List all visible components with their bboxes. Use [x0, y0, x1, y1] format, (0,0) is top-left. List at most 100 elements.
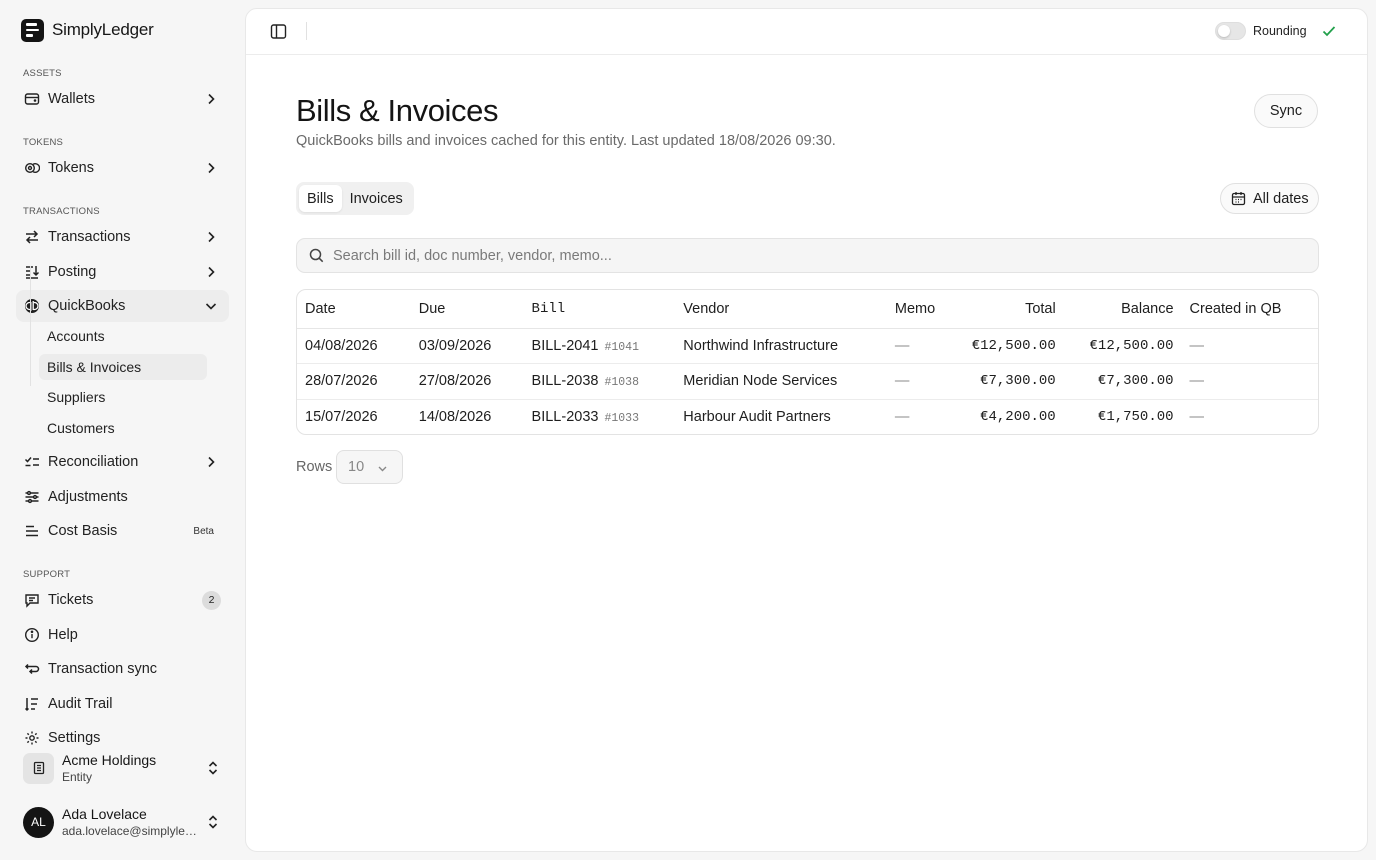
column-header-date[interactable]: Date: [297, 290, 411, 329]
sidebar-subitem-customers[interactable]: Customers: [39, 415, 207, 441]
sidebar-item-help[interactable]: Help: [16, 619, 229, 651]
sidebar-item-tickets[interactable]: Tickets 2: [16, 584, 229, 616]
tab-invoices[interactable]: Invoices: [342, 185, 411, 212]
main-panel: Rounding Bills & Invoices QuickBooks bil…: [245, 8, 1368, 852]
brand-logo-icon: [21, 18, 44, 42]
column-header-balance[interactable]: Balance: [1063, 290, 1182, 329]
sidebar-item-label: Tickets: [48, 592, 94, 608]
search-input[interactable]: [333, 247, 1233, 264]
cell-bill: BILL-2038 #1038: [523, 363, 676, 400]
sidebar-subitem-suppliers[interactable]: Suppliers: [39, 384, 207, 410]
sidebar: SimplyLedger ASSETS Wallets TOKENS Token…: [0, 0, 244, 860]
column-header-created-in-qb[interactable]: Created in QB: [1181, 290, 1318, 329]
audit-list-icon: [24, 698, 38, 712]
cell-bill: BILL-2041 #1041: [523, 328, 676, 364]
check-icon: [1322, 26, 1336, 37]
cell-total: €4,200.00: [980, 409, 1056, 425]
sidebar-item-audit-trail[interactable]: Audit Trail: [16, 688, 229, 720]
sidebar-item-label: Wallets: [48, 91, 95, 107]
search-icon: [309, 248, 324, 263]
sidebar-toggle-icon[interactable]: [270, 23, 287, 40]
tabs: Bills Invoices: [296, 182, 414, 215]
cell-due: 14/08/2026: [418, 409, 492, 425]
calendar-icon: [1231, 192, 1246, 206]
entity-switcher[interactable]: Acme Holdings Entity: [16, 748, 230, 788]
sidebar-item-tokens[interactable]: Tokens: [16, 152, 229, 184]
cell-total: €7,300.00: [956, 363, 1064, 400]
sidebar-item-reconciliation[interactable]: Reconciliation: [16, 446, 229, 478]
entity-name: Acme Holdings: [62, 752, 157, 768]
chevron-down-icon: [205, 303, 217, 310]
cell-balance: €7,300.00: [1063, 363, 1182, 400]
sidebar-item-settings[interactable]: Settings: [16, 722, 229, 746]
sidebar-item-label: Audit Trail: [48, 696, 113, 712]
sidebar-item-adjustments[interactable]: Adjustments: [16, 481, 229, 513]
bills-table: Date Due Bill Vendor Memo Total Balance …: [296, 289, 1319, 435]
rows-per-page-select[interactable]: 10: [336, 450, 403, 484]
building-icon: [23, 752, 54, 784]
sidebar-item-quickbooks[interactable]: QuickBooks: [16, 290, 229, 322]
gear-icon: [25, 731, 39, 745]
table-row[interactable]: 04/08/2026 03/09/2026 BILL-2041 #1041 Nor…: [297, 328, 1318, 364]
chevron-right-icon: [208, 93, 215, 105]
column-header-vendor[interactable]: Vendor: [675, 290, 887, 329]
cell-due: 03/09/2026: [410, 328, 524, 364]
sidebar-item-cost-basis[interactable]: Cost Basis Beta: [16, 515, 229, 547]
sidebar-item-wallets[interactable]: Wallets: [16, 83, 229, 115]
sidebar-nav[interactable]: ASSETS Wallets TOKENS Tokens TRANSACTION…: [0, 56, 244, 746]
doc-number: #1033: [604, 412, 639, 425]
brand[interactable]: SimplyLedger: [21, 18, 154, 42]
cell-created-in-qb: —: [1181, 363, 1318, 400]
brand-name: SimplyLedger: [52, 20, 154, 39]
submenu-guide-line: [30, 266, 31, 386]
topbar: Rounding: [246, 9, 1367, 55]
sync-arrow-icon: [24, 663, 40, 675]
chevron-right-icon: [208, 162, 215, 174]
sidebar-item-posting[interactable]: Posting: [16, 256, 229, 288]
sliders-icon: [25, 490, 39, 504]
chevron-right-icon: [208, 456, 215, 468]
column-header-bill[interactable]: Bill: [523, 290, 676, 329]
rounding-toggle[interactable]: [1215, 22, 1246, 40]
date-filter-button[interactable]: All dates: [1220, 183, 1319, 214]
rounding-label: Rounding: [1253, 24, 1307, 38]
section-label-tokens: TOKENS: [23, 137, 64, 148]
cell-created-in-qb: —: [1189, 409, 1205, 425]
cell-date: 28/07/2026: [297, 363, 411, 400]
table-row[interactable]: 28/07/2026 27/08/2026 BILL-2038 #1038 Mer…: [297, 363, 1318, 400]
lines-icon: [26, 525, 38, 537]
tickets-count-badge: 2: [202, 590, 221, 610]
bill-id: BILL-2033: [531, 409, 599, 425]
column-header-memo[interactable]: Memo: [886, 290, 957, 329]
user-menu[interactable]: AL Ada Lovelace ada.lovelace@simplyledge…: [16, 802, 230, 842]
sync-button[interactable]: Sync: [1254, 94, 1318, 128]
topbar-divider: [306, 22, 307, 40]
tab-bills[interactable]: Bills: [299, 185, 342, 212]
user-email: ada.lovelace@simplyledger.com: [62, 824, 198, 838]
column-header-total[interactable]: Total: [956, 290, 1064, 329]
sidebar-item-transactions[interactable]: Transactions: [16, 221, 229, 253]
sidebar-item-label: Cost Basis: [48, 523, 118, 539]
cell-vendor: Harbour Audit Partners: [683, 409, 831, 425]
table-row[interactable]: 15/07/2026 14/08/2026 BILL-2033 #1033 Har…: [297, 399, 1318, 434]
rows-per-page-value: 10: [348, 459, 365, 475]
sidebar-item-label: Reconciliation: [48, 454, 139, 470]
cell-created-in-qb: —: [1181, 328, 1318, 364]
cell-date: 15/07/2026: [305, 409, 378, 425]
table-header-row: Date Due Bill Vendor Memo Total Balance …: [297, 290, 1318, 329]
sidebar-subitem-bills-invoices[interactable]: Bills & Invoices: [39, 354, 207, 380]
cell-date: 04/08/2026: [297, 328, 411, 364]
beta-badge: Beta: [193, 525, 214, 537]
posting-icon: [26, 266, 40, 279]
page-title: Bills & Invoices: [296, 93, 499, 128]
cell-total: €12,500.00: [956, 328, 1064, 364]
coins-icon: [24, 162, 40, 174]
sidebar-item-transaction-sync[interactable]: Transaction sync: [16, 653, 229, 685]
quickbooks-icon: [25, 299, 39, 313]
cell-vendor: Northwind Infrastructure: [675, 328, 887, 364]
column-header-due[interactable]: Due: [410, 290, 524, 329]
sidebar-item-label: Help: [48, 627, 78, 643]
cell-memo: —: [886, 363, 957, 400]
sidebar-subitem-accounts[interactable]: Accounts: [39, 323, 207, 349]
sidebar-item-label: Settings: [48, 730, 101, 746]
